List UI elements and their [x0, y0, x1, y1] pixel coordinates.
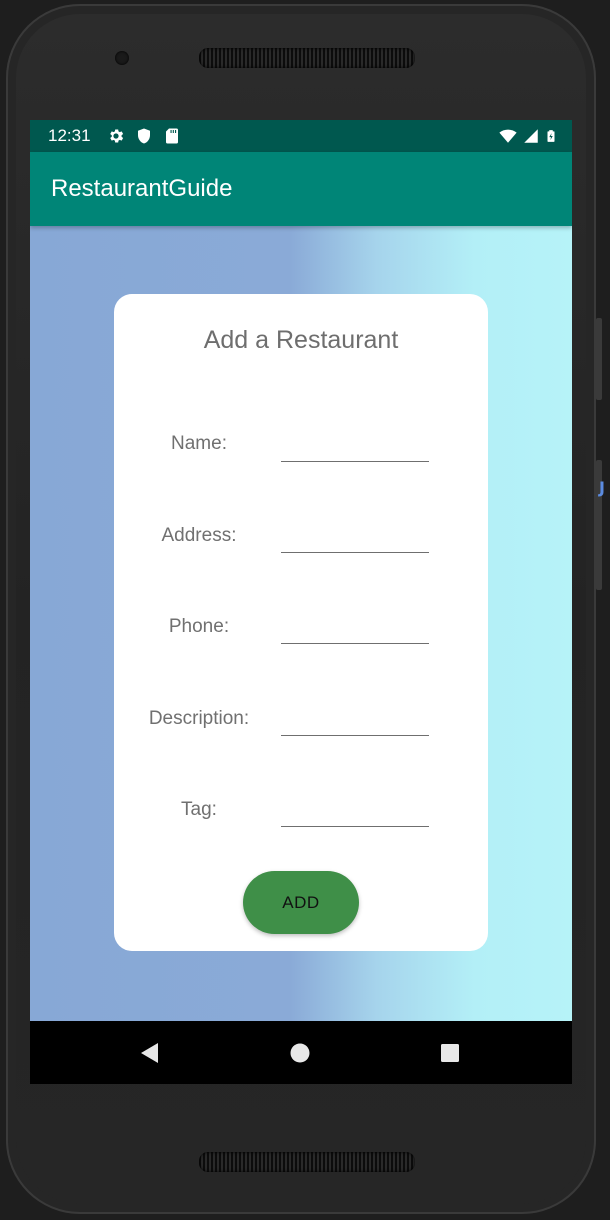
app-title: RestaurantGuide [51, 175, 233, 202]
content-area: Add a Restaurant Name: Address: Phone: D… [30, 226, 572, 1021]
name-field[interactable] [281, 428, 429, 462]
description-label: Description: [148, 708, 250, 729]
battery-icon [547, 130, 555, 142]
phone-field[interactable] [281, 610, 429, 644]
status-time: 12:31 [48, 126, 91, 145]
gear-icon [109, 129, 123, 143]
earpiece-speaker [199, 48, 415, 68]
shield-icon [137, 128, 150, 144]
form-title: Add a Restaurant [203, 326, 399, 354]
tag-field[interactable] [281, 793, 429, 827]
front-camera [115, 51, 129, 65]
add-button[interactable]: ADD [243, 871, 359, 934]
device-screen: 12:31 RestaurantGuide Add a Restaurant N… [30, 120, 572, 1084]
tag-label: Tag: [181, 799, 217, 820]
status-bar: 12:31 [30, 120, 572, 152]
wifi-icon [499, 129, 517, 143]
home-icon[interactable] [288, 1041, 312, 1065]
name-label: Name: [171, 433, 227, 454]
sd-card-icon [165, 128, 178, 144]
navigation-bar [30, 1021, 572, 1084]
app-bar: RestaurantGuide [30, 152, 572, 226]
signal-icon [524, 129, 538, 143]
address-field[interactable] [281, 519, 429, 553]
recents-icon[interactable] [438, 1041, 462, 1065]
edge-glyph: J [599, 478, 605, 497]
back-icon[interactable] [138, 1041, 162, 1065]
address-label: Address: [161, 525, 237, 546]
power-button[interactable] [596, 318, 602, 400]
add-restaurant-card: Add a Restaurant Name: Address: Phone: D… [114, 294, 488, 951]
bottom-speaker [199, 1152, 415, 1172]
phone-label: Phone: [168, 616, 230, 637]
description-field[interactable] [281, 702, 429, 736]
